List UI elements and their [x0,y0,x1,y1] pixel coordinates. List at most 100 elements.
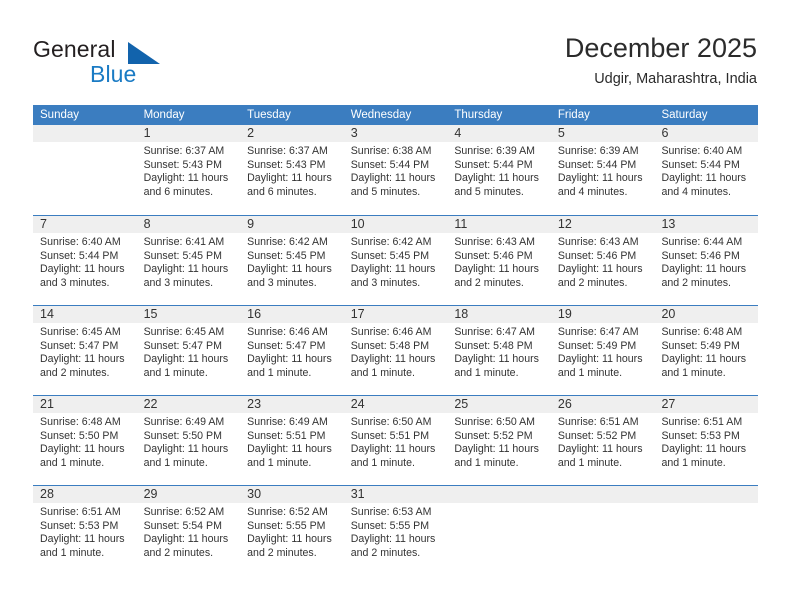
sunset-text: Sunset: 5:54 PM [143,519,222,532]
day-number: 24 [343,396,448,413]
sunset-text: Sunset: 5:46 PM [557,249,637,262]
week-row: 14 Sunrise: 6:45 AM Sunset: 5:47 PM Dayl… [33,305,759,395]
day-cell[interactable]: 25 Sunrise: 6:50 AM Sunset: 5:52 PM Dayl… [447,396,551,485]
day-cell[interactable] [654,486,759,575]
day-cell[interactable]: 22 Sunrise: 6:49 AM Sunset: 5:50 PM Dayl… [136,396,241,485]
sunrise-text: Sunrise: 6:46 AM [350,326,432,338]
day-number: 25 [447,396,551,413]
sunset-text: Sunset: 5:47 PM [143,339,222,352]
day-cell[interactable]: 30 Sunrise: 6:52 AM Sunset: 5:55 PM Dayl… [240,486,344,575]
day-cell[interactable]: 16 Sunrise: 6:46 AM Sunset: 5:47 PM Dayl… [240,306,344,395]
day-cell[interactable]: 21 Sunrise: 6:48 AM Sunset: 5:50 PM Dayl… [33,396,137,485]
day-cell[interactable] [550,486,655,575]
day-cell[interactable]: 19 Sunrise: 6:47 AM Sunset: 5:49 PM Dayl… [550,306,655,395]
day-info: Sunrise: 6:37 AM Sunset: 5:43 PM Dayligh… [240,142,344,199]
day-cell[interactable]: 3 Sunrise: 6:38 AM Sunset: 5:44 PM Dayli… [343,125,448,215]
day-number: 9 [240,216,344,233]
day-cell[interactable]: 18 Sunrise: 6:47 AM Sunset: 5:48 PM Dayl… [447,306,551,395]
day-number: 22 [136,396,241,413]
daylight-text-line1: Daylight: 11 hours [143,263,229,276]
day-info: Sunrise: 6:50 AM Sunset: 5:52 PM Dayligh… [447,413,551,470]
day-number: 6 [654,125,759,142]
daylight-text-line2: and 4 minutes. [557,185,628,198]
day-cell[interactable]: 17 Sunrise: 6:46 AM Sunset: 5:48 PM Dayl… [343,306,448,395]
day-cell[interactable]: 15 Sunrise: 6:45 AM Sunset: 5:47 PM Dayl… [136,306,241,395]
daylight-text-line2: and 2 minutes. [350,546,421,559]
day-cell[interactable]: 31 Sunrise: 6:53 AM Sunset: 5:55 PM Dayl… [343,486,448,575]
daylight-text-line1: Daylight: 11 hours [350,443,436,456]
day-cell[interactable]: 20 Sunrise: 6:48 AM Sunset: 5:49 PM Dayl… [654,306,759,395]
day-info: Sunrise: 6:43 AM Sunset: 5:46 PM Dayligh… [447,233,551,290]
daylight-text-line2: and 1 minute. [557,456,623,469]
title-block: December 2025 Udgir, Maharashtra, India [565,32,757,89]
sunset-text: Sunset: 5:53 PM [661,429,740,442]
day-cell[interactable] [33,125,137,215]
day-number: 29 [136,486,241,503]
day-number: 26 [550,396,655,413]
day-cell[interactable]: 2 Sunrise: 6:37 AM Sunset: 5:43 PM Dayli… [240,125,344,215]
day-cell[interactable]: 12 Sunrise: 6:43 AM Sunset: 5:46 PM Dayl… [550,216,655,305]
day-number: 12 [550,216,655,233]
day-number: 7 [33,216,137,233]
day-cell[interactable]: 6 Sunrise: 6:40 AM Sunset: 5:44 PM Dayli… [654,125,759,215]
sunset-text: Sunset: 5:48 PM [350,339,430,352]
sunset-text: Sunset: 5:44 PM [40,249,119,262]
daylight-text-line2: and 1 minute. [454,366,519,379]
day-info: Sunrise: 6:52 AM Sunset: 5:55 PM Dayligh… [240,503,344,560]
daylight-text-line2: and 1 minute. [454,456,519,469]
day-cell[interactable]: 13 Sunrise: 6:44 AM Sunset: 5:46 PM Dayl… [654,216,759,305]
sunrise-text: Sunrise: 6:43 AM [454,236,535,248]
daylight-text-line2: and 2 minutes. [661,276,731,289]
logo-general-blue[interactable]: General Blue [33,36,223,92]
day-number: 13 [654,216,759,233]
day-info: Sunrise: 6:39 AM Sunset: 5:44 PM Dayligh… [447,142,551,199]
day-cell[interactable] [447,486,551,575]
day-cell[interactable]: 28 Sunrise: 6:51 AM Sunset: 5:53 PM Dayl… [33,486,137,575]
sunset-text: Sunset: 5:49 PM [557,339,637,352]
day-cell[interactable]: 24 Sunrise: 6:50 AM Sunset: 5:51 PM Dayl… [343,396,448,485]
daylight-text-line2: and 1 minute. [247,366,312,379]
day-cell[interactable]: 4 Sunrise: 6:39 AM Sunset: 5:44 PM Dayli… [447,125,551,215]
day-cell[interactable]: 27 Sunrise: 6:51 AM Sunset: 5:53 PM Dayl… [654,396,759,485]
daylight-text-line1: Daylight: 11 hours [454,172,539,185]
day-cell[interactable]: 5 Sunrise: 6:39 AM Sunset: 5:44 PM Dayli… [550,125,655,215]
daylight-text-line1: Daylight: 11 hours [143,353,229,366]
day-cell[interactable]: 11 Sunrise: 6:43 AM Sunset: 5:46 PM Dayl… [447,216,551,305]
day-number: 28 [33,486,137,503]
day-cell[interactable]: 23 Sunrise: 6:49 AM Sunset: 5:51 PM Dayl… [240,396,344,485]
day-cell[interactable]: 1 Sunrise: 6:37 AM Sunset: 5:43 PM Dayli… [136,125,241,215]
day-info: Sunrise: 6:45 AM Sunset: 5:47 PM Dayligh… [33,323,137,380]
day-number: 2 [240,125,344,142]
day-info: Sunrise: 6:40 AM Sunset: 5:44 PM Dayligh… [654,142,758,199]
day-cell[interactable]: 9 Sunrise: 6:42 AM Sunset: 5:45 PM Dayli… [240,216,344,305]
daylight-text-line1: Daylight: 11 hours [247,263,332,276]
day-cell[interactable]: 7 Sunrise: 6:40 AM Sunset: 5:44 PM Dayli… [33,216,137,305]
daylight-text-line1: Daylight: 11 hours [247,353,332,366]
daylight-text-line1: Daylight: 11 hours [350,353,436,366]
day-cell[interactable]: 10 Sunrise: 6:42 AM Sunset: 5:45 PM Dayl… [343,216,448,305]
day-info: Sunrise: 6:53 AM Sunset: 5:55 PM Dayligh… [344,503,448,560]
day-cell[interactable]: 29 Sunrise: 6:52 AM Sunset: 5:54 PM Dayl… [136,486,241,575]
daylight-text-line2: and 1 minute. [661,366,726,379]
week-row: 28 Sunrise: 6:51 AM Sunset: 5:53 PM Dayl… [33,485,759,575]
daylight-text-line1: Daylight: 11 hours [661,443,747,456]
daylight-text-line2: and 1 minute. [247,456,312,469]
daylight-text-line1: Daylight: 11 hours [350,263,436,276]
day-info [33,142,137,145]
sunset-text: Sunset: 5:53 PM [40,519,119,532]
day-cell[interactable]: 26 Sunrise: 6:51 AM Sunset: 5:52 PM Dayl… [550,396,655,485]
weekday-sunday: Sunday [40,109,80,121]
sunset-text: Sunset: 5:46 PM [454,249,533,262]
sunset-text: Sunset: 5:52 PM [557,429,637,442]
day-info: Sunrise: 6:45 AM Sunset: 5:47 PM Dayligh… [137,323,241,380]
day-info: Sunrise: 6:43 AM Sunset: 5:46 PM Dayligh… [551,233,655,290]
day-number [447,486,551,503]
daylight-text-line1: Daylight: 11 hours [454,263,539,276]
sunset-text: Sunset: 5:49 PM [661,339,740,352]
sunrise-text: Sunrise: 6:48 AM [40,416,121,428]
daylight-text-line2: and 1 minute. [40,456,105,469]
daylight-text-line1: Daylight: 11 hours [40,353,125,366]
day-cell[interactable]: 8 Sunrise: 6:41 AM Sunset: 5:45 PM Dayli… [136,216,241,305]
day-cell[interactable]: 14 Sunrise: 6:45 AM Sunset: 5:47 PM Dayl… [33,306,137,395]
weekday-monday: Monday [143,109,185,121]
